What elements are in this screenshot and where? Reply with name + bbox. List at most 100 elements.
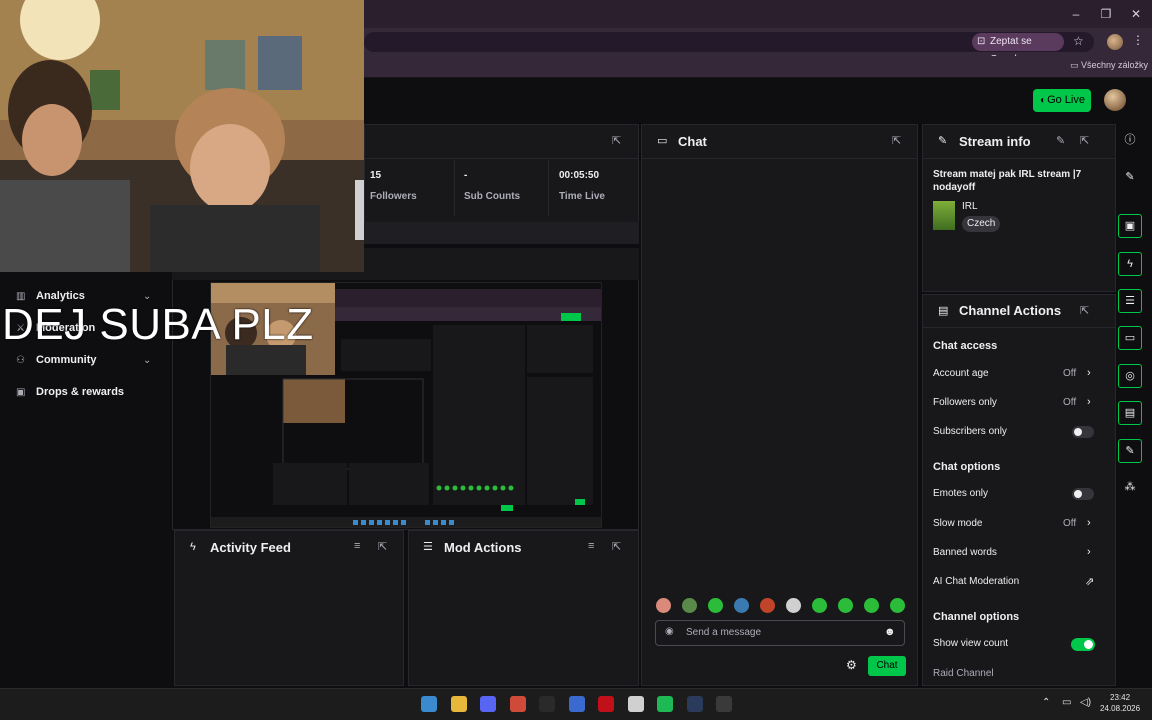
stats-footer — [364, 222, 639, 244]
popout-icon[interactable]: ⇱ — [1080, 304, 1089, 317]
all-bookmarks-folder[interactable]: ▭ Všechny záložky — [1070, 60, 1148, 71]
ai-chat-moderation-label[interactable]: AI Chat Moderation — [933, 576, 1019, 587]
google-lens-icon: ⊡ — [977, 36, 986, 47]
channel-actions-title: Channel Actions — [959, 303, 1062, 318]
popout-icon[interactable]: ⇱ — [612, 134, 621, 147]
maximize-icon[interactable]: ❐ — [1098, 6, 1114, 22]
list-icon[interactable]: ☰ — [1118, 289, 1142, 313]
stream-info-title: Stream info — [959, 134, 1031, 149]
discord-icon[interactable] — [480, 696, 496, 712]
facebook-icon[interactable] — [568, 696, 585, 712]
divider — [922, 158, 1116, 159]
browser-profile-avatar[interactable] — [1107, 34, 1123, 50]
emote-icon[interactable] — [760, 598, 775, 613]
filter-icon[interactable]: ≡ — [588, 540, 594, 552]
channel-icon[interactable]: ▤ — [1118, 401, 1142, 425]
show-view-count-toggle[interactable] — [1071, 638, 1095, 651]
app-window-icon[interactable] — [627, 696, 644, 712]
emote-icon[interactable] — [682, 598, 697, 613]
divider — [454, 160, 455, 216]
sidebar-item-community[interactable]: ⚇ Community — [16, 354, 97, 366]
obs-icon[interactable] — [716, 696, 732, 712]
chat-input[interactable]: ◉ Send a message ☻ — [655, 620, 905, 646]
emote-icon[interactable] — [812, 598, 827, 613]
chat-options-heading: Chat options — [933, 461, 1001, 473]
gear-icon[interactable]: ⚙ — [846, 658, 857, 672]
chevron-down-icon[interactable]: ⌄ — [143, 355, 151, 366]
popout-icon[interactable]: ⇱ — [612, 540, 621, 553]
extensions-icon[interactable]: ⁂ — [1118, 476, 1142, 500]
slow-mode-value[interactable]: Off — [1063, 518, 1076, 529]
channel-options-heading: Channel options — [933, 611, 1020, 623]
account-age-value[interactable]: Off — [1063, 368, 1076, 379]
sidebar-item-drops-rewards[interactable]: ▣ Drops & rewards — [16, 386, 124, 398]
minimize-icon[interactable]: – — [1068, 6, 1084, 22]
subscribers-only-label: Subscribers only — [933, 426, 1007, 437]
wrench-icon[interactable]: ✎ — [1118, 439, 1142, 463]
emote-icon[interactable] — [864, 598, 879, 613]
emote-icon[interactable] — [734, 598, 749, 613]
bookmark-star-icon[interactable]: ☆ — [1073, 34, 1084, 48]
emote-icon[interactable] — [656, 598, 671, 613]
banned-words-label[interactable]: Banned words — [933, 547, 997, 558]
netflix-icon[interactable] — [598, 696, 614, 712]
chat-bubble-icon[interactable]: ▭ — [1118, 326, 1142, 350]
avatar[interactable] — [1104, 89, 1126, 111]
close-icon[interactable]: ✕ — [1128, 6, 1144, 22]
taskbar-clock[interactable]: 23:42 24.08.2026 — [1100, 692, 1140, 714]
clock-time: 23:42 — [1110, 693, 1131, 702]
emotes-only-toggle[interactable] — [1072, 488, 1094, 500]
followers-only-value[interactable]: Off — [1063, 397, 1076, 408]
go-live-button[interactable]: ◖ Go Live — [1033, 89, 1091, 112]
language-tag: Czech — [962, 216, 1001, 232]
stat-subs-label: Sub Counts — [464, 191, 521, 202]
file-explorer-icon[interactable] — [450, 696, 467, 712]
lightning-icon[interactable]: ϟ — [1118, 252, 1142, 276]
lightning-icon: ϟ — [190, 541, 196, 553]
chrome-icon[interactable] — [509, 696, 526, 712]
gift-icon: ▣ — [16, 387, 26, 398]
ask-google-button[interactable]: ⊡Zeptat se Googlu — [972, 33, 1064, 65]
filter-icon[interactable]: ≡ — [354, 540, 360, 552]
video-panel-icon[interactable]: ▣ — [1118, 214, 1142, 238]
emote-icon[interactable] — [786, 598, 801, 613]
browser-menu-icon[interactable]: ⋮ — [1132, 33, 1144, 47]
mod-actions-panel — [408, 530, 639, 686]
info-icon[interactable]: ⓘ — [1118, 129, 1142, 153]
epic-games-icon[interactable] — [539, 696, 555, 712]
steam-icon[interactable] — [686, 696, 703, 712]
spotify-icon[interactable] — [657, 696, 673, 712]
people-icon: ⚇ — [16, 355, 25, 366]
divider — [364, 158, 639, 159]
broadcast-icon[interactable]: ◎ — [1118, 364, 1142, 388]
raid-channel-label[interactable]: Raid Channel — [933, 668, 994, 679]
popout-icon[interactable]: ⇱ — [1080, 134, 1089, 147]
overlay-caption: DEJ SUBA PLZ — [2, 300, 314, 349]
chat-send-button[interactable]: Chat — [868, 656, 906, 676]
stream-title: Stream matej pak IRL stream |7 nodayoff — [933, 169, 1082, 193]
emoji-icon[interactable]: ☻ — [884, 626, 896, 638]
volume-icon[interactable]: ◁) — [1080, 697, 1091, 708]
broadcast-icon: ◖ — [1039, 95, 1046, 106]
chevron-right-icon[interactable]: › — [1087, 396, 1091, 408]
emote-icon[interactable] — [838, 598, 853, 613]
popout-icon[interactable]: ⇱ — [892, 134, 901, 147]
popout-icon[interactable]: ⇱ — [378, 540, 387, 553]
external-link-icon[interactable]: ⇗ — [1085, 575, 1094, 588]
start-icon[interactable] — [421, 696, 437, 712]
chevron-right-icon[interactable]: › — [1087, 517, 1091, 529]
category-thumbnail — [933, 201, 955, 230]
chat-access-heading: Chat access — [933, 340, 998, 352]
clock-date: 24.08.2026 — [1100, 704, 1141, 713]
edit-icon[interactable]: ✎ — [1056, 134, 1065, 147]
emote-icon[interactable] — [708, 598, 723, 613]
chevron-up-icon[interactable]: ⌃ — [1042, 697, 1050, 708]
divider — [641, 158, 918, 159]
emote-icon[interactable] — [890, 598, 905, 613]
chevron-right-icon[interactable]: › — [1087, 367, 1091, 379]
subscribers-only-toggle[interactable] — [1072, 426, 1094, 438]
network-icon[interactable]: ▭ — [1062, 697, 1071, 708]
pencil-icon[interactable]: ✎ — [1118, 166, 1142, 190]
chevron-right-icon[interactable]: › — [1087, 546, 1091, 558]
shield-icon: ◉ — [665, 626, 674, 637]
